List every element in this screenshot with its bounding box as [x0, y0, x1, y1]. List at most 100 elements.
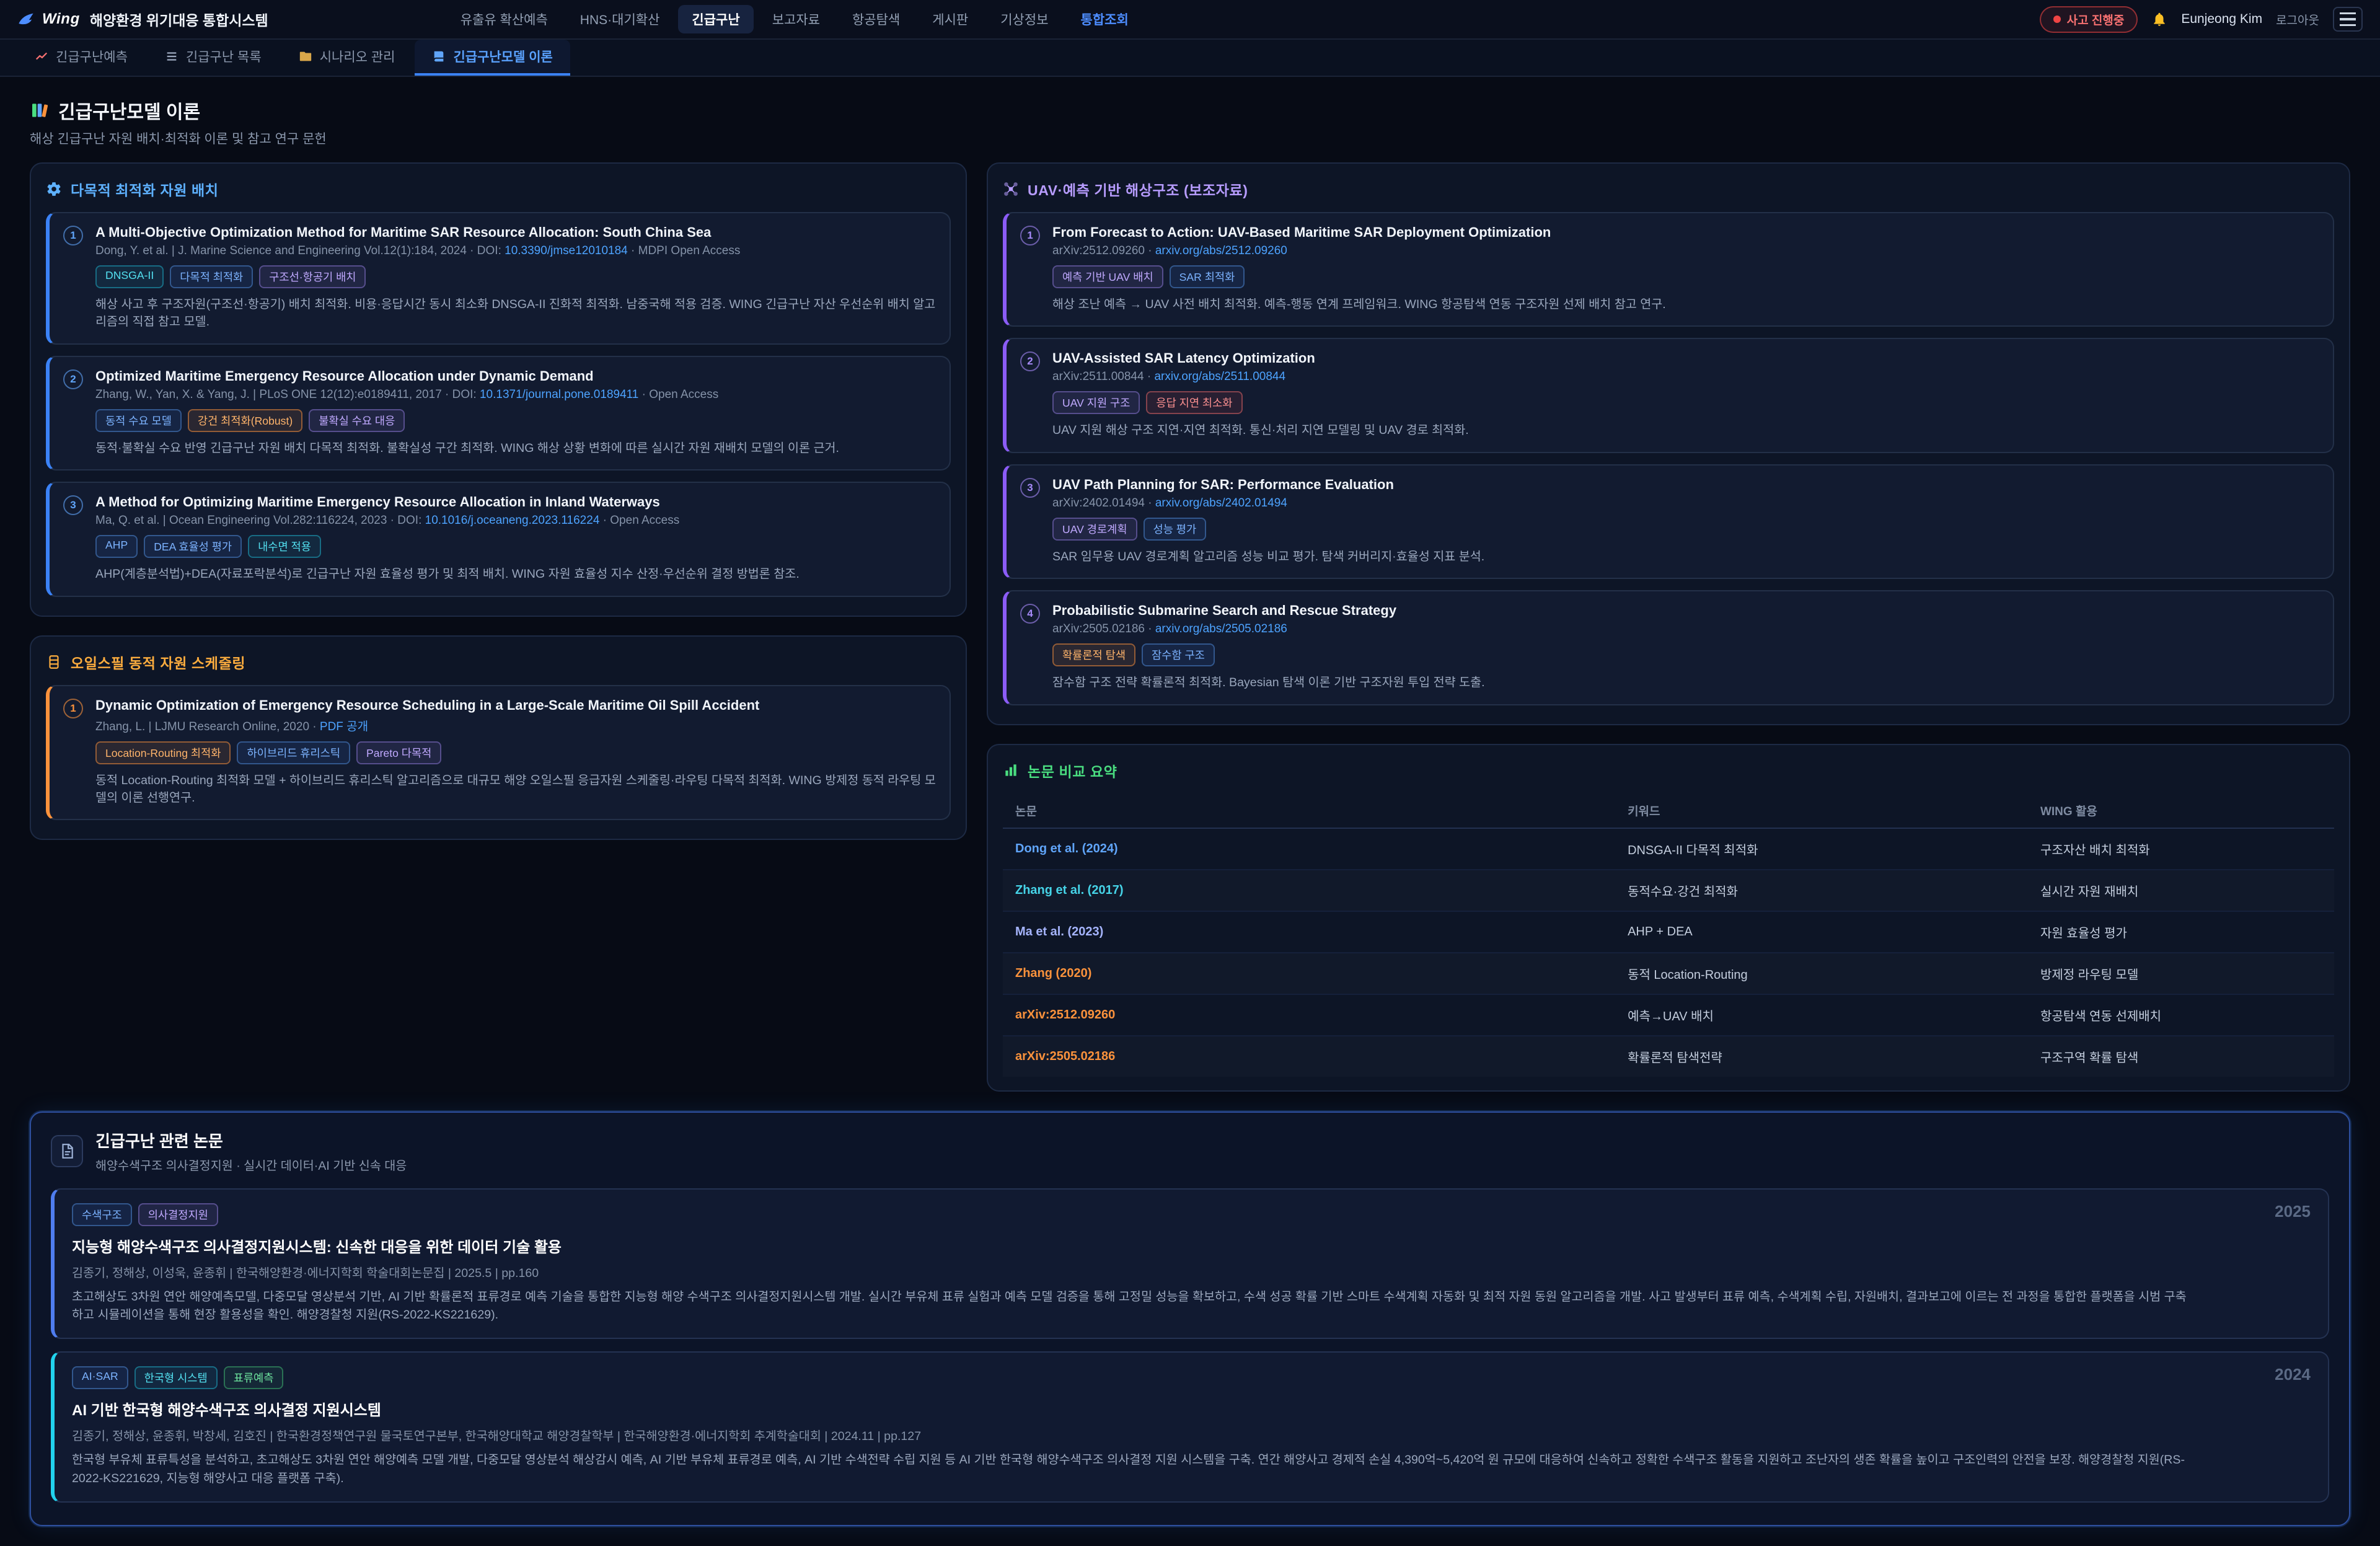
- paper-link[interactable]: Dong et al. (2024): [1015, 842, 1118, 855]
- paper-number-badge: 4: [1020, 604, 1040, 624]
- paper-tags: UAV 지원 구조 응답 지연 최소화: [1052, 391, 2319, 414]
- paper-link[interactable]: Ma et al. (2023): [1015, 925, 1103, 939]
- incident-badge-label: 사고 진행중: [2067, 11, 2125, 28]
- wing-usage-cell: 항공탐색 연동 선제배치: [2028, 994, 2334, 1036]
- nav-item-board[interactable]: 게시판: [919, 5, 982, 33]
- nav-item-integrated-search[interactable]: 통합조회: [1067, 5, 1142, 33]
- paper-meta: arXiv:2511.00844 · arxiv.org/abs/2511.00…: [1052, 370, 2319, 384]
- column-header-paper: 논문: [1003, 793, 1615, 828]
- tab-rescue-model-theory[interactable]: 긴급구난모델 이론: [415, 40, 570, 76]
- nav-item-weather[interactable]: 기상정보: [987, 5, 1062, 33]
- nav-item-emergency-rescue[interactable]: 긴급구난: [678, 5, 753, 33]
- drone-icon: [1003, 181, 1019, 197]
- paper-citation: Zhang, W., Yan, X. & Yang, J. | PLoS ONE…: [95, 388, 477, 401]
- paper-card: 4 Probabilistic Submarine Search and Res…: [1003, 590, 2334, 705]
- paper-tags: 예측 기반 UAV 배치 SAR 최적화: [1052, 265, 2319, 288]
- paper-card: 1 From Forecast to Action: UAV-Based Mar…: [1003, 212, 2334, 327]
- arxiv-link[interactable]: arxiv.org/abs/2512.09260: [1155, 244, 1287, 257]
- paper-citation: Ma, Q. et al. | Ocean Engineering Vol.28…: [95, 514, 421, 527]
- paper-citation: arXiv:2512.09260 ·: [1052, 244, 1152, 257]
- paper-title: A Method for Optimizing Maritime Emergen…: [95, 494, 936, 510]
- keyword-cell: 동적 Location-Routing: [1615, 953, 2028, 994]
- related-panel-subtitle: 해양수색구조 의사결정지원 · 실시간 데이터·AI 기반 신속 대응: [95, 1155, 407, 1173]
- paper-description: 동적·불확실 수요 반영 긴급구난 자원 배치 다목적 최적화. 불확실성 구간…: [95, 440, 936, 458]
- comparison-table: 논문 키워드 WING 활용 Dong et al. (2024) DNSGA-…: [1003, 793, 2334, 1077]
- wing-usage-cell: 방제정 라우팅 모델: [2028, 953, 2334, 994]
- nav-item-oil-spill-forecast[interactable]: 유출유 확산예측: [447, 5, 562, 33]
- bar-chart-icon: [1003, 762, 1019, 779]
- paper-tags: 동적 수요 모델 강건 최적화(Robust) 불확실 수요 대응: [95, 409, 936, 432]
- related-panel-title: 긴급구난 관련 논문: [95, 1129, 407, 1152]
- arxiv-link[interactable]: arxiv.org/abs/2511.00844: [1154, 370, 1285, 383]
- tag-badge: 응답 지연 최소화: [1146, 391, 1242, 414]
- paper-meta: Dong, Y. et al. | J. Marine Science and …: [95, 244, 936, 258]
- tab-rescue-forecast[interactable]: 긴급구난예측: [17, 40, 145, 76]
- related-panel-header: 긴급구난 관련 논문 해양수색구조 의사결정지원 · 실시간 데이터·AI 기반…: [51, 1129, 2329, 1173]
- paper-number-badge: 2: [1020, 351, 1040, 371]
- right-column: UAV·예측 기반 해상구조 (보조자료) 1 From Forecast to…: [987, 162, 2350, 1092]
- tag-badge: 불확실 수요 대응: [309, 409, 405, 432]
- oil-drum-icon: [46, 654, 62, 670]
- incident-status-badge[interactable]: 사고 진행중: [2040, 6, 2138, 33]
- page-header: 긴급구난모델 이론 해상 긴급구난 자원 배치·최적화 이론 및 참고 연구 문…: [30, 97, 2350, 148]
- paper-description: UAV 지원 해상 구조 지연·지연 최적화. 통신·처리 지연 모델링 및 U…: [1052, 422, 2319, 440]
- paper-description: 해상 조난 예측 → UAV 사전 배치 최적화. 예측-행동 연계 프레임워크…: [1052, 296, 2319, 314]
- logout-button[interactable]: 로그아웃: [2276, 11, 2319, 28]
- pdf-link[interactable]: PDF 공개: [320, 720, 368, 733]
- brand[interactable]: Wing 해양환경 위기대응 통합시스템: [17, 9, 268, 30]
- tab-label: 긴급구난모델 이론: [453, 47, 552, 66]
- paper-meta: arXiv:2505.02186 · arxiv.org/abs/2505.02…: [1052, 622, 2319, 636]
- paper-access: · Open Access: [603, 514, 680, 527]
- hamburger-menu-icon[interactable]: [2333, 7, 2363, 32]
- keyword-cell: AHP + DEA: [1615, 911, 2028, 953]
- arxiv-link[interactable]: arxiv.org/abs/2402.01494: [1155, 497, 1287, 510]
- doi-link[interactable]: 10.1016/j.oceaneng.2023.116224: [425, 514, 600, 527]
- books-icon: [30, 100, 50, 120]
- app-title: 해양환경 위기대응 통합시스템: [90, 9, 268, 30]
- tag-badge: Pareto 다목적: [356, 741, 441, 764]
- paper-link[interactable]: Zhang (2020): [1015, 966, 1091, 980]
- tab-rescue-list[interactable]: 긴급구난 목록: [148, 40, 279, 76]
- paper-number-badge: 1: [63, 226, 83, 245]
- tag-badge: 하이브리드 휴리스틱: [237, 741, 350, 764]
- main-nav: 유출유 확산예측 HNS·대기확산 긴급구난 보고자료 항공탐색 게시판 기상정…: [447, 5, 1142, 33]
- tag-badge: DEA 효율성 평가: [144, 535, 242, 558]
- doi-link[interactable]: 10.1371/journal.pone.0189411: [480, 388, 638, 401]
- paper-meta: arXiv:2402.01494 · arxiv.org/abs/2402.01…: [1052, 497, 2319, 510]
- paper-title: UAV Path Planning for SAR: Performance E…: [1052, 477, 2319, 493]
- nav-item-hns-dispersion[interactable]: HNS·대기확산: [566, 5, 674, 33]
- notification-bell-icon[interactable]: [2151, 11, 2167, 27]
- user-name[interactable]: Eunjeong Kim: [2181, 12, 2262, 27]
- nav-item-reports[interactable]: 보고자료: [759, 5, 834, 33]
- paper-link[interactable]: arXiv:2505.02186: [1015, 1049, 1115, 1063]
- paper-description: 잠수함 구조 전략 확률론적 최적화. Bayesian 탐색 이론 기반 구조…: [1052, 674, 2319, 692]
- tag-badge: 예측 기반 UAV 배치: [1052, 265, 1163, 288]
- keyword-cell: DNSGA-II 다목적 최적화: [1615, 828, 2028, 870]
- paper-number-badge: 1: [63, 699, 83, 718]
- paper-link[interactable]: Zhang et al. (2017): [1015, 883, 1124, 897]
- panel-multiobjective-allocation: 다목적 최적화 자원 배치 1 A Multi-Objective Optimi…: [30, 162, 967, 617]
- paper-tags: DNSGA-II 다목적 최적화 구조선·항공기 배치: [95, 265, 936, 288]
- doi-link[interactable]: 10.3390/jmse12010184: [505, 244, 628, 257]
- column-header-wing: WING 활용: [2028, 793, 2334, 828]
- paper-year: 2024: [2275, 1365, 2311, 1384]
- tag-badge: 다목적 최적화: [170, 265, 253, 288]
- tag-badge: SAR 최적화: [1170, 265, 1245, 288]
- tab-scenario-management[interactable]: 시나리오 관리: [281, 40, 413, 76]
- nav-item-aerial-search[interactable]: 항공탐색: [839, 5, 914, 33]
- paper-card: 2 Optimized Maritime Emergency Resource …: [46, 356, 951, 470]
- paper-description: 동적 Location-Routing 최적화 모델 + 하이브리드 휴리스틱 …: [95, 772, 936, 808]
- tag-badge: Location-Routing 최적화: [95, 741, 231, 764]
- panel-paper-comparison: 논문 비교 요약 논문 키워드 WING 활용 Dong et al. (202…: [987, 744, 2350, 1092]
- panel-title: 논문 비교 요약: [1028, 760, 1117, 781]
- arxiv-link[interactable]: arxiv.org/abs/2505.02186: [1155, 622, 1287, 635]
- wing-usage-cell: 구조자산 배치 최적화: [2028, 828, 2334, 870]
- paper-link[interactable]: arXiv:2512.09260: [1015, 1008, 1115, 1022]
- chart-line-icon: [35, 50, 48, 63]
- tag-badge: AHP: [95, 535, 138, 558]
- keyword-cell: 확률론적 탐색전략: [1615, 1036, 2028, 1077]
- paper-description: 한국형 부유체 표류특성을 분석하고, 초고해상도 3차원 연안 해양예측 모델…: [72, 1451, 2192, 1488]
- paper-card: 1 Dynamic Optimization of Emergency Reso…: [46, 685, 951, 821]
- tab-label: 시나리오 관리: [320, 47, 395, 66]
- tag-badge: 내수면 적용: [248, 535, 321, 558]
